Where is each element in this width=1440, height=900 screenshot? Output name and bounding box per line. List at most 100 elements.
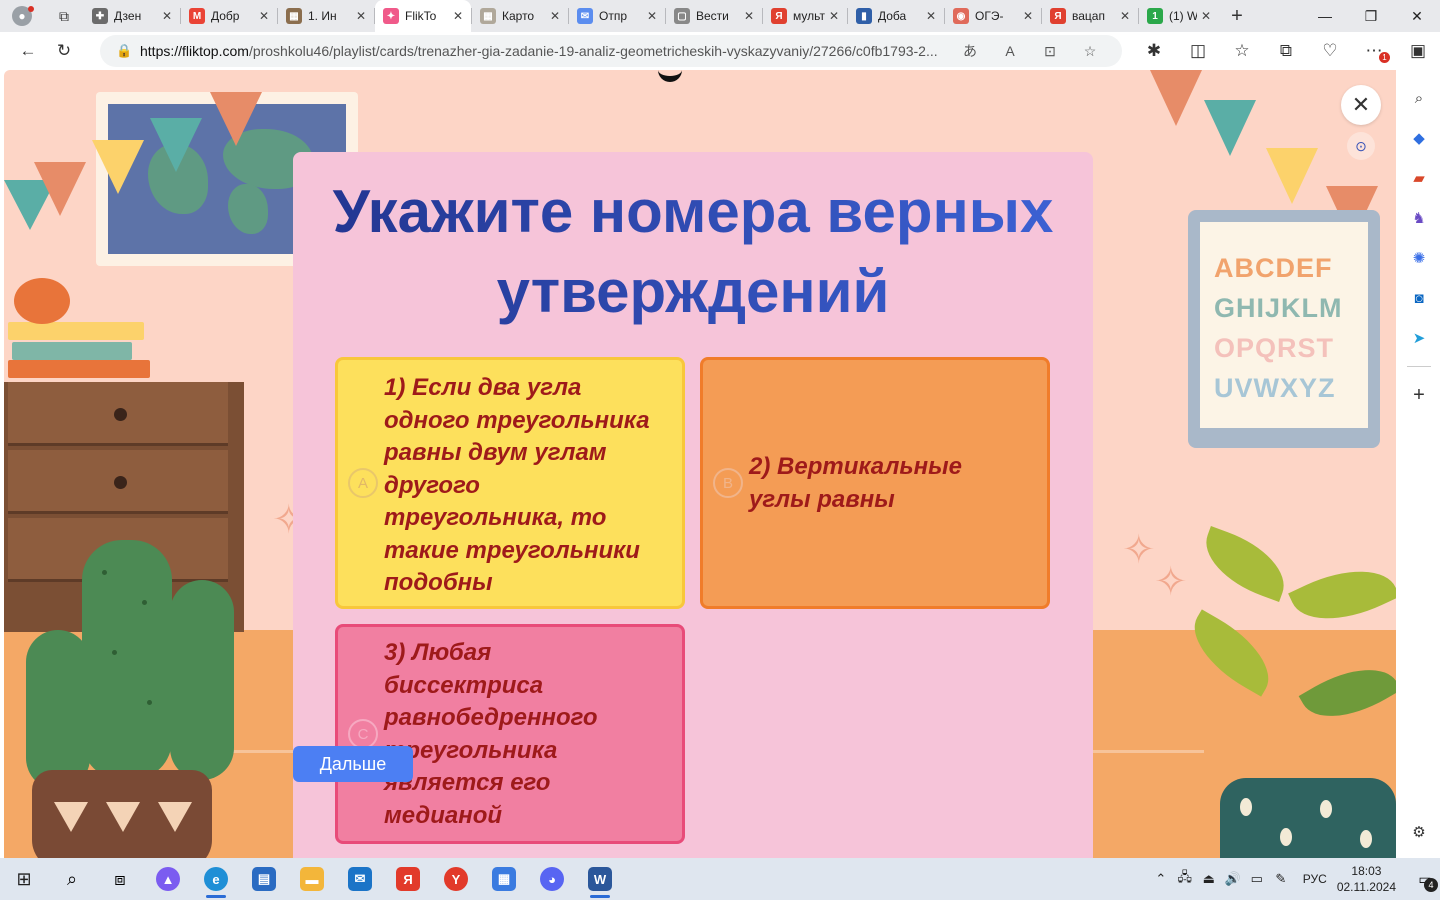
outlook-icon[interactable]: ◙ [1404,283,1434,313]
answer-option-c[interactable]: C 3) Любая биссектриса равнобедренного т… [335,624,685,844]
app-install-icon[interactable]: ⊡ [1030,43,1070,60]
tab-title: (1) W [1169,9,1197,23]
tab-close-icon[interactable]: ✕ [1120,9,1130,23]
taskbar-app-yandex-browser[interactable]: Y [432,858,480,900]
close-player-button[interactable]: ✕ [1341,85,1381,125]
start-button[interactable]: ⊞ [0,858,48,900]
discord-icon: ◕ [540,867,564,891]
language-indicator[interactable]: РУС [1303,872,1327,886]
sidebar-settings-icon[interactable]: ⚙ [1404,817,1434,847]
favorites-button[interactable]: ☆ [1220,35,1264,67]
answer-option-a[interactable]: A 1) Если два угла одного треугольника р… [335,357,685,609]
tab-title: ОГЭ- [975,9,1004,23]
more-dots-icon: ⋯ [1365,41,1383,60]
tab-close-icon[interactable]: ✕ [926,9,936,23]
tab-close-icon[interactable]: ✕ [259,9,269,23]
battery-icon[interactable]: ▭ [1245,871,1269,887]
tools-briefcase-icon[interactable]: ▰ [1404,163,1434,193]
browser-tab[interactable]: ▦ 1. Ин ✕ [278,0,374,32]
usb-icon[interactable]: ⏏ [1197,871,1221,887]
edge-sidebar: ⌕ ◆ ▰ ♞ ✺ ◙ ➤ + ⚙ [1398,70,1440,858]
tab-close-icon[interactable]: ✕ [453,9,463,23]
tab-actions-button[interactable]: ⧉ [44,0,84,32]
tab-close-icon[interactable]: ✕ [550,9,560,23]
arrow-left-icon: ← [19,41,37,60]
volume-icon[interactable]: 🔊 [1221,871,1245,887]
minimize-button[interactable]: — [1302,0,1348,32]
shopping-tag-icon[interactable]: ◆ [1404,123,1434,153]
taskbar-app-store[interactable]: ▦ [480,858,528,900]
taskbar-app-alice[interactable]: ▲ [144,858,192,900]
url-text[interactable]: https://fliktop.com/proshkolu46/playlist… [140,43,950,59]
fullscreen-button[interactable]: ⊙ [1347,132,1375,160]
profile-button[interactable]: ● [0,0,44,32]
taskbar-app-yandex[interactable]: Я [384,858,432,900]
next-button[interactable]: Дальше [293,746,413,782]
taskbar-app-word[interactable]: W [576,858,624,900]
close-icon: ✕ [1411,7,1423,24]
notification-center-button[interactable]: 4 ▭ [1410,858,1440,900]
plant-pot [1220,778,1396,858]
clock[interactable]: 18:03 02.11.2024 [1337,863,1396,895]
tab-title: Добр [211,9,240,23]
browser-tab[interactable]: ✦ FlikTo ✕ [375,0,471,32]
quiz-title-line1: Укажите номера верных [293,172,1093,252]
option-letter-badge: B [713,468,743,498]
tab-close-icon[interactable]: ✕ [1201,9,1211,23]
mail-icon: ✉ [577,8,593,24]
answer-option-b[interactable]: B 2) Вертикальные углы равны [700,357,1050,609]
reload-button[interactable]: ↻ [46,35,82,67]
yandex-icon: Я [771,8,787,24]
search-button[interactable]: ⌕ [48,858,96,900]
lock-icon[interactable]: 🔒 [116,43,140,59]
favorite-star-icon[interactable]: ☆ [1070,43,1110,60]
network-icon[interactable]: 🖧 [1173,868,1197,890]
tab-close-icon[interactable]: ✕ [356,9,366,23]
back-button[interactable]: ← [10,35,46,67]
read-aloud-icon[interactable]: A [990,43,1030,59]
copilot-icon[interactable]: ✺ [1404,243,1434,273]
browser-tab[interactable]: ✉ Отпр ✕ [569,0,665,32]
tab-close-icon[interactable]: ✕ [744,9,754,23]
tab-close-icon[interactable]: ✕ [1023,9,1033,23]
alphabet-poster: ABCDEF GHIJKLM OPQRST UVWXYZ [1188,210,1380,448]
whatsapp-icon: 1 [1147,8,1163,24]
telegram-icon[interactable]: ➤ [1404,323,1434,353]
browser-tab[interactable]: ◉ ОГЭ- ✕ [945,0,1041,32]
browser-tab[interactable]: Явацап ✕ [1042,0,1138,32]
task-view-button[interactable]: ⧈ [96,858,144,900]
close-window-button[interactable]: ✕ [1394,0,1440,32]
tab-close-icon[interactable]: ✕ [647,9,657,23]
taskbar-app-discord[interactable]: ◕ [528,858,576,900]
taskbar-app-window[interactable]: ▤ [240,858,288,900]
browser-tab[interactable]: ▢ Вести ✕ [666,0,762,32]
collections-button[interactable]: ⧉ [1264,35,1308,67]
browser-tab[interactable]: ✚ Дзен ✕ [84,0,180,32]
games-icon[interactable]: ♞ [1404,203,1434,233]
taskbar-app-explorer[interactable]: ▬ [288,858,336,900]
restore-button[interactable]: ❐ [1348,0,1394,32]
tab-close-icon[interactable]: ✕ [162,9,172,23]
browser-tab[interactable]: ▮ Доба ✕ [848,0,944,32]
restore-icon: ❐ [1364,7,1378,24]
browser-tab[interactable]: Ямульт ✕ [763,0,847,32]
browser-tab[interactable]: M Добр ✕ [181,0,277,32]
split-screen-button[interactable]: ◫ [1176,35,1220,67]
browser-tab[interactable]: 1 (1) W ✕ [1139,0,1219,32]
reload-icon: ↻ [56,41,72,60]
taskbar-app-mail[interactable]: ✉ [336,858,384,900]
search-icon[interactable]: ⌕ [1404,83,1434,113]
new-tab-button[interactable]: + [1219,0,1255,32]
more-menu-button[interactable]: ⋯ [1352,35,1396,67]
translate-icon[interactable]: あ [950,41,990,61]
chevron-up-icon[interactable]: ⌃ [1149,871,1173,887]
extensions-button[interactable]: ✱ [1132,35,1176,67]
browser-tab[interactable]: ▦ Карто ✕ [472,0,568,32]
address-bar[interactable]: 🔒 https://fliktop.com/proshkolu46/playli… [100,35,1122,67]
performance-button[interactable]: ♡ [1308,35,1352,67]
add-sidebar-app-icon[interactable]: + [1404,380,1434,410]
tab-close-icon[interactable]: ✕ [829,9,839,23]
taskbar-app-edge[interactable]: e [192,858,240,900]
copilot-sidebar-button[interactable]: ▣ [1396,35,1440,67]
pen-icon[interactable]: ✎ [1269,871,1293,887]
